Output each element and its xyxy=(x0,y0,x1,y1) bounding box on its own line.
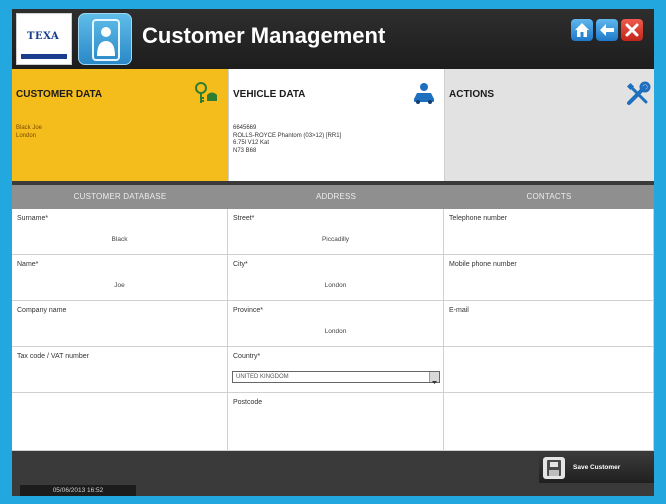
province-field[interactable]: Province* London xyxy=(228,301,444,347)
province-label: Province* xyxy=(233,307,263,314)
street-label: Street* xyxy=(233,215,255,222)
save-customer-label: Save Customer xyxy=(573,464,621,471)
customer-city-line: London xyxy=(16,132,37,139)
tab-vehicle-title: VEHICLE DATA xyxy=(233,89,306,100)
empty-cell xyxy=(12,393,228,451)
name-value: Joe xyxy=(114,282,125,289)
vehicle-engine-line: 6.75l V12 Kat xyxy=(233,140,270,146)
postcode-label: Postcode xyxy=(233,399,263,406)
company-name-field[interactable]: Company name xyxy=(12,301,228,347)
chevron-down-icon[interactable] xyxy=(429,372,439,384)
customer-name-line: Black Joe xyxy=(16,125,43,131)
status-date: 05/06/2013 16:52 xyxy=(20,485,136,496)
mobile-phone-field[interactable]: Mobile phone number xyxy=(444,255,654,301)
tab-vehicle-data[interactable]: VEHICLE DATA 6645669 ROLLS-ROYCE Phantom… xyxy=(228,69,444,181)
customer-person-icon xyxy=(78,13,132,65)
name-label: Name* xyxy=(17,261,39,268)
country-label: Country* xyxy=(233,353,261,360)
vehicle-id-line: 6645669 xyxy=(233,125,257,131)
postcode-field[interactable]: Postcode xyxy=(228,393,444,451)
country-select[interactable]: UNITED KINGDOM xyxy=(232,371,440,384)
header-contacts: CONTACTS xyxy=(526,192,572,201)
home-icon[interactable] xyxy=(571,19,593,41)
city-field[interactable]: City* London xyxy=(228,255,444,301)
email-label: E-mail xyxy=(449,307,469,314)
telephone-field[interactable]: Telephone number xyxy=(444,209,654,255)
close-icon[interactable] xyxy=(621,19,643,41)
telephone-label: Telephone number xyxy=(449,215,507,222)
texa-logo: TEXA xyxy=(16,13,72,65)
mobile-phone-label: Mobile phone number xyxy=(449,261,517,268)
wrench-screwdriver-icon xyxy=(625,81,651,111)
tabs-panel: CUSTOMER DATA Black Joe London VEHICLE D… xyxy=(12,69,654,181)
vehicle-plate-line: N73 B68 xyxy=(233,147,257,154)
tax-code-field[interactable]: Tax code / VAT number xyxy=(12,347,228,393)
street-value: Piccadilly xyxy=(321,236,350,243)
app-window: TEXA Customer Management CUSTOMER DATA B… xyxy=(12,9,654,496)
country-value: UNITED KINGDOM xyxy=(236,374,289,380)
tab-actions[interactable]: ACTIONS xyxy=(444,69,654,181)
vehicle-model-line: ROLLS-ROYCE Phantom (03>12) [RR1] xyxy=(233,132,342,139)
surname-label: Surname* xyxy=(17,215,49,222)
save-customer-button[interactable]: Save Customer xyxy=(539,453,654,483)
column-headers: CUSTOMER DATABASE ADDRESS CONTACTS xyxy=(12,185,654,209)
tab-actions-title: ACTIONS xyxy=(449,89,494,100)
surname-field[interactable]: Surname* Black xyxy=(12,209,228,255)
logo-text: TEXA xyxy=(27,31,60,42)
driver-car-icon xyxy=(411,81,437,109)
tab-customer-data[interactable]: CUSTOMER DATA Black Joe London xyxy=(12,69,228,181)
header-customer-database: CUSTOMER DATABASE xyxy=(73,192,167,201)
province-value: London xyxy=(324,328,347,335)
header-address: ADDRESS xyxy=(315,192,357,201)
page-title: Customer Management xyxy=(142,23,386,48)
form-rows: Surname* Black Name* Joe Company name Ta… xyxy=(12,209,654,451)
name-field[interactable]: Name* Joe xyxy=(12,255,228,301)
city-label: City* xyxy=(233,261,248,268)
save-customer-icon xyxy=(543,457,565,479)
footer-bar: Save Customer 05/06/2013 16:52 xyxy=(12,451,654,496)
street-field[interactable]: Street* Piccadilly xyxy=(228,209,444,255)
country-field: Country* UNITED KINGDOM xyxy=(228,347,444,393)
company-name-label: Company name xyxy=(17,307,67,314)
tax-code-label: Tax code / VAT number xyxy=(17,353,89,360)
empty-cell xyxy=(444,347,654,393)
email-field[interactable]: E-mail xyxy=(444,301,654,347)
tab-customer-title: CUSTOMER DATA xyxy=(16,89,103,100)
surname-value: Black xyxy=(111,236,128,243)
city-value: London xyxy=(324,282,347,289)
keys-icon xyxy=(194,81,220,109)
header-bar: TEXA Customer Management xyxy=(12,9,654,69)
back-arrow-icon[interactable] xyxy=(596,19,618,41)
empty-cell xyxy=(444,393,654,451)
